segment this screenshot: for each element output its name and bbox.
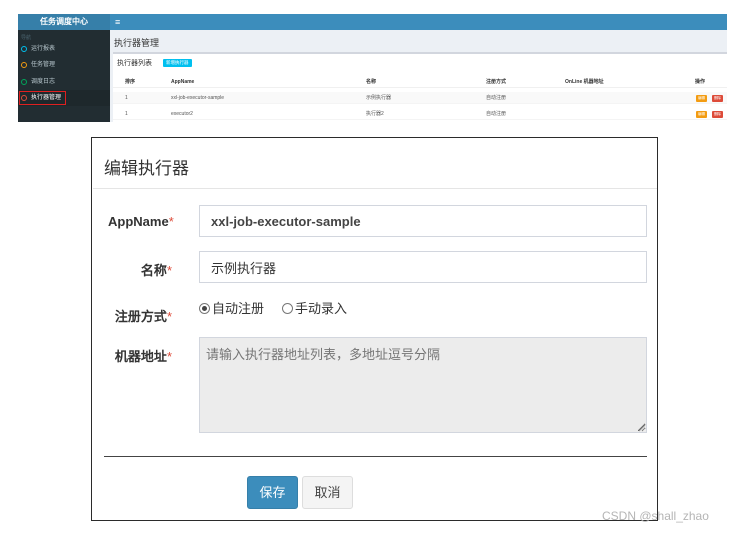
- label-text: 机器地址: [114, 349, 167, 364]
- menu-toggle-icon[interactable]: ≡: [115, 14, 120, 30]
- column-header: 注册方式: [486, 79, 507, 85]
- circle-icon: [21, 62, 27, 68]
- required-mark: *: [166, 309, 172, 324]
- sidebar: 导航 运行报表 任务管理 调度日志 执行器管理: [18, 30, 110, 122]
- cell-appname: xxl-job-executor-sample: [171, 95, 225, 101]
- table-header: 排序 AppName 名称 注册方式 OnLine 机器地址 操作: [113, 76, 727, 88]
- label-text: 注册方式: [114, 309, 167, 324]
- table-row: 1 xxl-job-executor-sample 示例执行器 自动注册 编辑 …: [113, 92, 727, 104]
- cell-order: 1: [125, 111, 128, 117]
- background-app: 任务调度中心 ≡ 导航 运行报表 任务管理 调度日志 执行器管理 执行器管理 执…: [18, 14, 727, 122]
- divider: [93, 188, 657, 189]
- column-header: AppName: [171, 79, 195, 85]
- page-title: 执行器管理: [114, 38, 160, 48]
- sidebar-header: 导航: [21, 35, 32, 41]
- edit-button[interactable]: 编辑: [696, 95, 707, 102]
- name-input[interactable]: [199, 251, 647, 283]
- sidebar-item-label: 任务管理: [31, 62, 56, 68]
- table-row: 1 executor2 执行器2 自动注册 编辑 删除: [113, 108, 727, 120]
- app-brand[interactable]: 任务调度中心: [18, 14, 110, 30]
- sidebar-item-report[interactable]: 运行报表: [18, 41, 110, 57]
- appname-label: AppName*: [108, 214, 174, 229]
- column-header: 名称: [366, 79, 377, 85]
- address-textarea[interactable]: [199, 337, 647, 433]
- circle-icon: [21, 95, 27, 101]
- edit-button[interactable]: 编辑: [696, 111, 707, 118]
- executor-list-box: 执行器列表 新增执行器 排序 AppName 名称 注册方式 OnLine 机器…: [113, 52, 727, 122]
- circle-icon: [21, 79, 27, 85]
- label-text: 名称: [140, 263, 167, 278]
- footer-divider: [104, 456, 647, 457]
- box-title: 执行器列表: [117, 60, 152, 67]
- reg-type-label: 注册方式*: [108, 306, 172, 325]
- sidebar-item-jobs[interactable]: 任务管理: [18, 57, 110, 73]
- required-mark: *: [166, 349, 172, 364]
- radio-label: 自动注册: [212, 301, 265, 316]
- save-button[interactable]: 保存: [247, 476, 298, 509]
- appname-input[interactable]: [199, 205, 647, 237]
- circle-icon: [21, 46, 27, 52]
- cell-appname: executor2: [171, 111, 193, 117]
- address-label: 机器地址*: [108, 346, 172, 365]
- radio-label: 手动录入: [295, 301, 348, 316]
- sidebar-item-label: 运行报表: [31, 46, 56, 52]
- label-text: AppName: [108, 214, 169, 229]
- sidebar-item-label: 调度日志: [31, 79, 56, 85]
- cell-reg-type: 自动注册: [486, 111, 507, 117]
- column-header: 操作: [695, 79, 706, 85]
- add-executor-button[interactable]: 新增执行器: [163, 59, 192, 67]
- sidebar-item-logs[interactable]: 调度日志: [18, 74, 110, 90]
- watermark: CSDN @shall_zhao: [602, 509, 709, 523]
- name-label: 名称*: [108, 260, 172, 279]
- main-content: 执行器管理 执行器列表 新增执行器 排序 AppName 名称 注册方式 OnL…: [110, 30, 727, 122]
- cell-order: 1: [125, 95, 128, 101]
- required-mark: *: [168, 214, 174, 229]
- edit-executor-modal: 编辑执行器 AppName* 名称* 注册方式* 自动注册 手动录入 机器地址*…: [91, 137, 658, 521]
- delete-button[interactable]: 删除: [712, 111, 723, 118]
- required-mark: *: [166, 263, 172, 278]
- column-header: 排序: [125, 79, 136, 85]
- cancel-button[interactable]: 取消: [302, 476, 353, 509]
- column-header: OnLine 机器地址: [565, 79, 604, 85]
- radio-checked-icon[interactable]: [199, 303, 210, 314]
- cell-reg-type: 自动注册: [486, 95, 507, 101]
- cell-name: 执行器2: [366, 111, 384, 117]
- resize-grip-icon[interactable]: [638, 424, 646, 432]
- top-navbar: 任务调度中心 ≡: [18, 14, 727, 30]
- radio-unchecked-icon[interactable]: [282, 303, 293, 314]
- delete-button[interactable]: 删除: [712, 95, 723, 102]
- cell-name: 示例执行器: [366, 95, 392, 101]
- modal-title: 编辑执行器: [104, 159, 189, 178]
- sidebar-item-executors[interactable]: 执行器管理: [18, 90, 110, 106]
